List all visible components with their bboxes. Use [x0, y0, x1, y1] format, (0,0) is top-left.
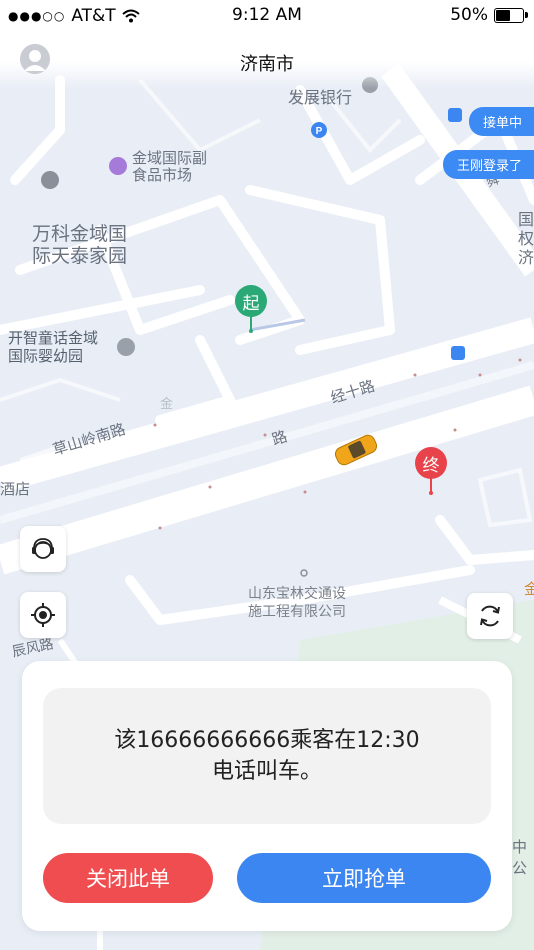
nav-bar: 济南市: [0, 30, 534, 88]
customer-service-button[interactable]: [20, 526, 66, 572]
accept-orders-pill[interactable]: 接单中: [468, 107, 534, 136]
battery-percent: 50%: [450, 5, 488, 25]
map-label-estate: 万科金域国 际天泰家园: [32, 223, 128, 267]
poi-icon: [41, 171, 59, 189]
shop-icon: [109, 157, 127, 175]
crosshair-location-icon: [31, 603, 55, 627]
battery-icon: [494, 7, 528, 23]
order-message-line1: 该16666666666乘客在12:30: [114, 728, 420, 753]
bus-stop-icon: [451, 346, 465, 360]
order-message: 该16666666666乘客在12:30 电话叫车。: [67, 725, 467, 787]
bus-stop-icon: [448, 108, 462, 122]
end-marker[interactable]: 终: [414, 447, 448, 501]
map-label-right-edge: 国权济: [518, 210, 534, 267]
close-order-button[interactable]: 关闭此单: [43, 853, 213, 903]
end-marker-label: 终: [422, 456, 440, 476]
page-title: 济南市: [240, 54, 294, 75]
start-marker[interactable]: 起: [234, 285, 268, 339]
map-label-market: 金域国际副 食品市场: [132, 149, 208, 184]
map-label-gold: 金: [160, 397, 174, 412]
status-bar: ●●●○○ AT&T 9:12 AM 50%: [0, 0, 534, 30]
map-label-jin: 金: [524, 580, 534, 598]
refresh-button[interactable]: [467, 593, 513, 639]
map-label-kindergarten: 开智童话金域 国际婴幼园: [8, 329, 99, 365]
start-marker-label: 起: [242, 294, 260, 314]
svg-text:P: P: [316, 126, 323, 137]
map-label-bottom-right: 中公: [512, 838, 528, 877]
order-message-box: 该16666666666乘客在12:30 电话叫车。: [43, 688, 491, 824]
login-status-pill[interactable]: 王刚登录了: [442, 150, 534, 179]
grab-order-button[interactable]: 立即抢单: [237, 853, 491, 903]
order-card: 该16666666666乘客在12:30 电话叫车。 关闭此单 立即抢单: [22, 661, 512, 931]
locate-button[interactable]: [20, 592, 66, 638]
school-icon: [117, 338, 135, 356]
map-label-hotel: 酒店: [0, 480, 31, 498]
refresh-icon: [480, 605, 500, 627]
order-message-line2: 电话叫车。: [211, 759, 322, 784]
headset-agent-icon: [32, 538, 54, 559]
map-label-company: 山东宝林交通设 施工程有限公司: [248, 586, 346, 620]
